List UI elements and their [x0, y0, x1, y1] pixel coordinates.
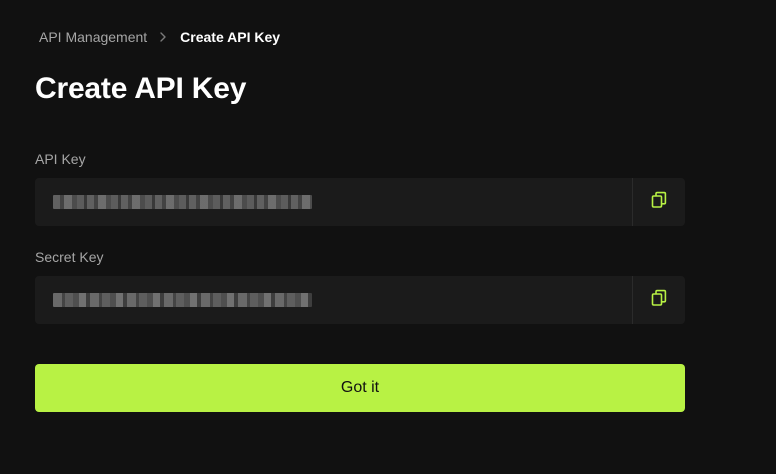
- create-api-key-page: API Management Create API Key Create API…: [0, 0, 776, 474]
- got-it-button[interactable]: Got it: [35, 364, 685, 412]
- copy-secret-key-button[interactable]: [633, 276, 685, 324]
- api-key-field: ••••••••••••••••••••••••••••••••••••: [35, 178, 685, 226]
- page-title: Create API Key: [35, 72, 247, 105]
- secret-key-redaction: [53, 293, 312, 307]
- api-key-label: API Key: [35, 151, 86, 167]
- chevron-right-icon: [159, 32, 167, 42]
- breadcrumb-api-management[interactable]: API Management: [39, 28, 147, 46]
- copy-api-key-button[interactable]: [633, 178, 685, 226]
- api-key-redaction: [53, 195, 312, 209]
- secret-key-label: Secret Key: [35, 249, 104, 265]
- secret-key-field: ••••••••••••••••••••••••••••••••••••: [35, 276, 685, 324]
- copy-icon: [651, 289, 667, 312]
- breadcrumb-current: Create API Key: [180, 29, 281, 45]
- breadcrumb: API Management Create API Key: [39, 28, 280, 46]
- copy-icon: [651, 191, 667, 214]
